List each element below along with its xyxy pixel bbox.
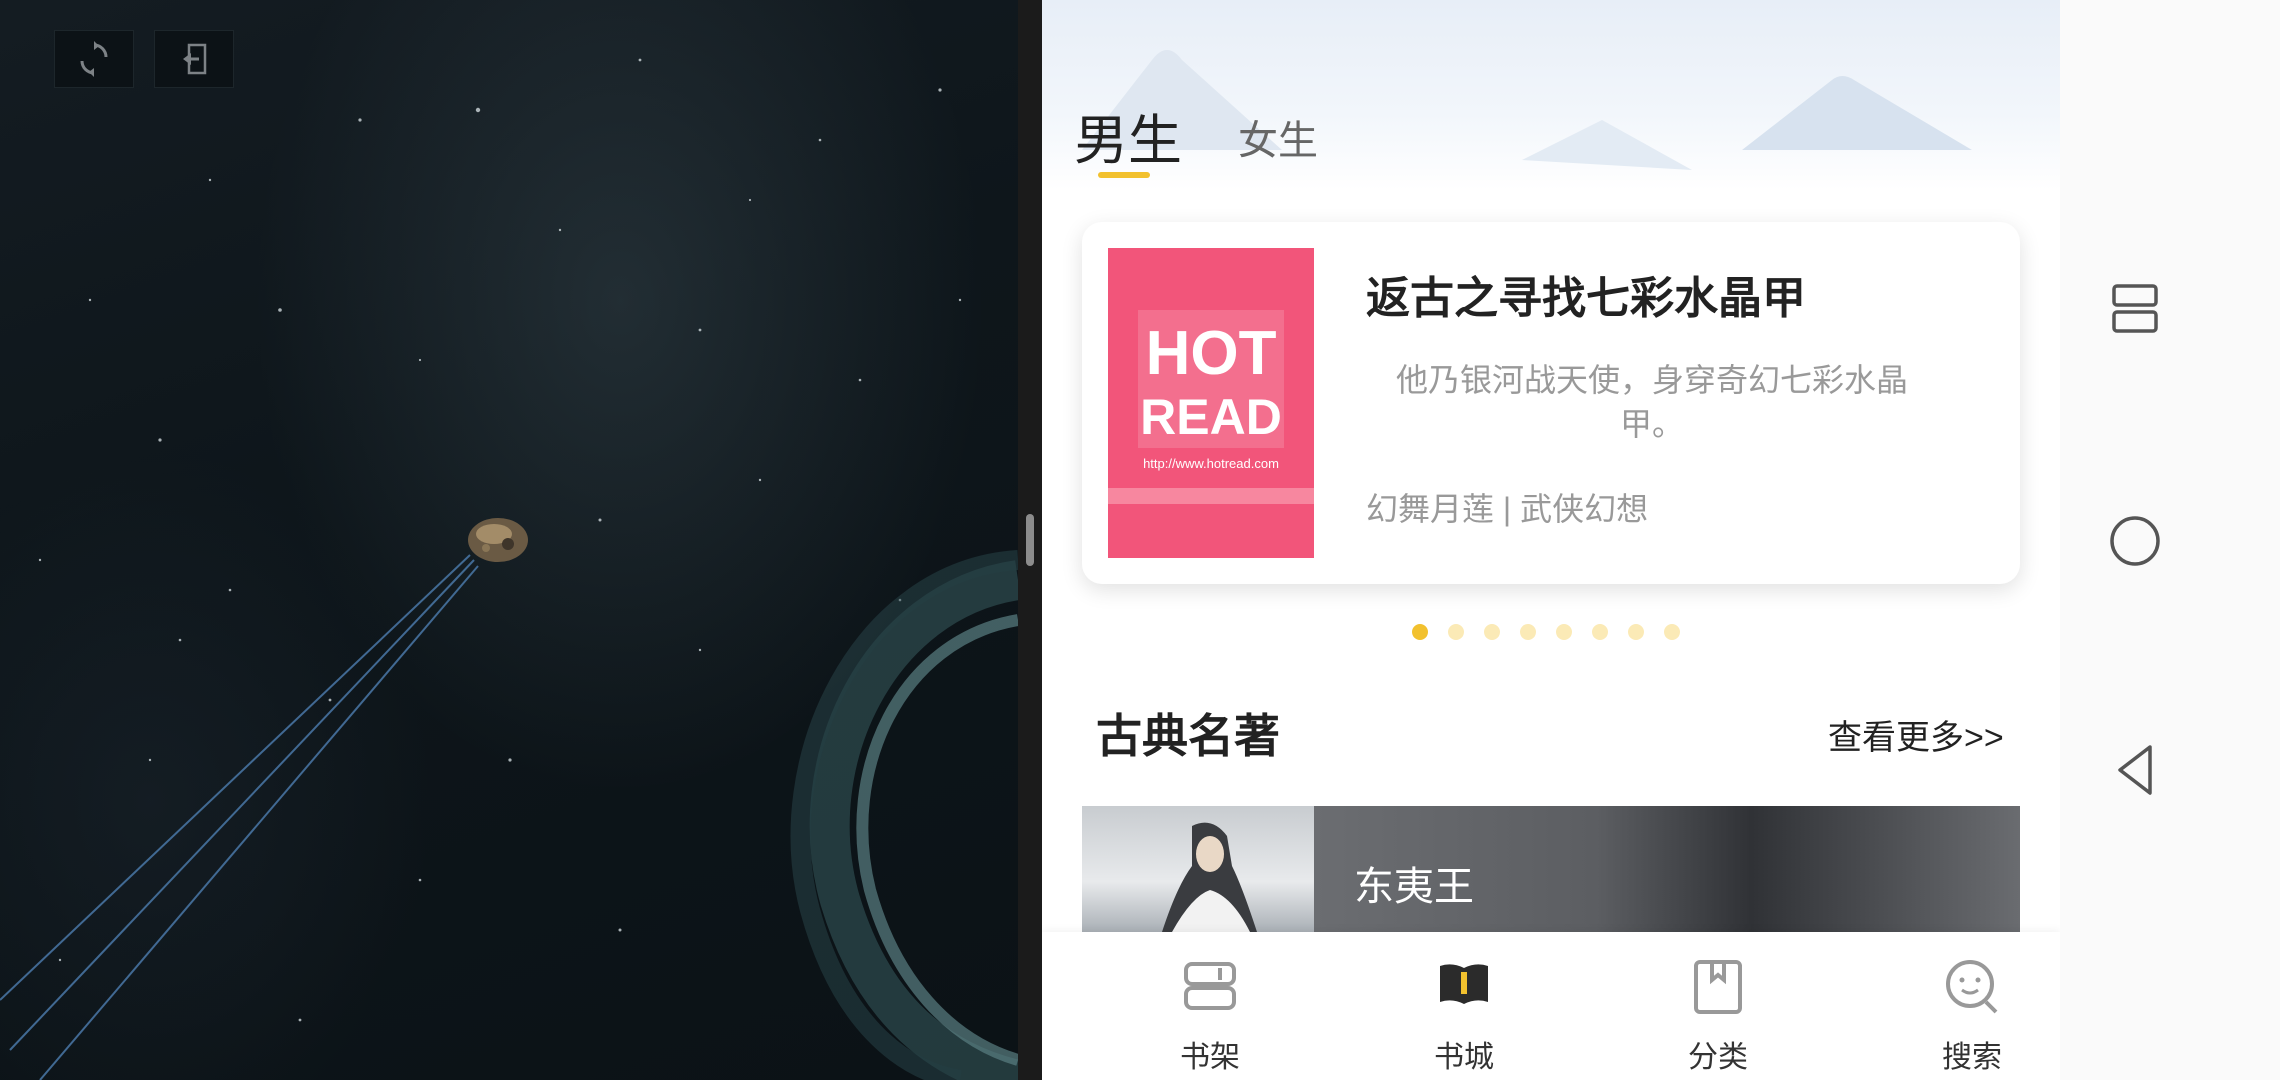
refresh-icon xyxy=(80,41,108,77)
nav-bookshelf[interactable]: 书架 xyxy=(1130,932,1290,1080)
tab-female[interactable]: 女生 xyxy=(1238,108,1318,166)
nav-bookstore[interactable]: 书城 xyxy=(1384,932,1544,1080)
book-title: 返古之寻找七彩水晶甲 xyxy=(1366,274,1806,323)
carousel-indicator xyxy=(1412,624,1680,640)
home-icon xyxy=(2110,516,2160,566)
tab-male[interactable]: 男生 xyxy=(1074,96,1182,175)
reader-app: 男生 女生 HOT READ http://www.hotread.com 返古… xyxy=(1042,0,2060,1080)
split-divider[interactable] xyxy=(1018,0,1042,1080)
game-viewport[interactable] xyxy=(0,0,1018,1080)
home-button[interactable] xyxy=(2100,506,2170,576)
bottom-navigation: 书架 书城 分类 搜索 xyxy=(1042,932,2060,1080)
spaceship xyxy=(468,518,528,562)
space-scene xyxy=(0,58,1018,1080)
category-icon xyxy=(1694,960,1742,1014)
recent-apps-icon xyxy=(2112,284,2158,333)
see-more-link[interactable]: 查看更多>> xyxy=(1828,710,2004,759)
exit-icon xyxy=(183,43,207,75)
carousel-dot[interactable] xyxy=(1556,624,1572,640)
section-title: 古典名著 xyxy=(1096,710,1280,762)
book-author-genre: 幻舞月莲 | 武侠幻想 xyxy=(1366,491,1649,527)
carousel-dot[interactable] xyxy=(1628,624,1644,640)
back-icon xyxy=(2118,745,2152,795)
featured-book-card[interactable]: HOT READ http://www.hotread.com 返古之寻找七彩水… xyxy=(1082,222,2020,584)
bookshelf-icon xyxy=(1184,962,1236,1010)
active-tab-indicator xyxy=(1098,172,1150,178)
carousel-dot[interactable] xyxy=(1592,624,1608,640)
refresh-button[interactable] xyxy=(54,30,134,88)
classic-book-item[interactable]: 东夷王 xyxy=(1082,806,2020,932)
header-background xyxy=(1042,0,2060,190)
book-description: 他乃银河战天使，身穿奇幻七彩水晶甲。 xyxy=(1395,362,1908,442)
carousel-dot[interactable] xyxy=(1664,624,1680,640)
nav-category[interactable]: 分类 xyxy=(1638,932,1798,1080)
nav-search[interactable]: 搜索 xyxy=(1892,932,2052,1080)
book-cover: HOT READ http://www.hotread.com xyxy=(1108,248,1314,558)
classic-book-title: 东夷王 xyxy=(1354,865,1474,909)
mountain-illustration xyxy=(1082,50,1972,170)
carousel-dot[interactable] xyxy=(1520,624,1536,640)
back-button[interactable] xyxy=(2100,735,2170,805)
classic-book-cover xyxy=(1082,806,1314,932)
carousel-dot[interactable] xyxy=(1448,624,1464,640)
carousel-dot[interactable] xyxy=(1484,624,1500,640)
system-navigation-bar xyxy=(2060,0,2280,1080)
recent-apps-button[interactable] xyxy=(2100,274,2170,344)
divider-handle[interactable] xyxy=(1026,514,1034,566)
bookstore-icon xyxy=(1440,964,1488,1004)
search-icon xyxy=(1946,960,1998,1014)
exit-button[interactable] xyxy=(154,30,234,88)
carousel-dot[interactable] xyxy=(1412,624,1428,640)
